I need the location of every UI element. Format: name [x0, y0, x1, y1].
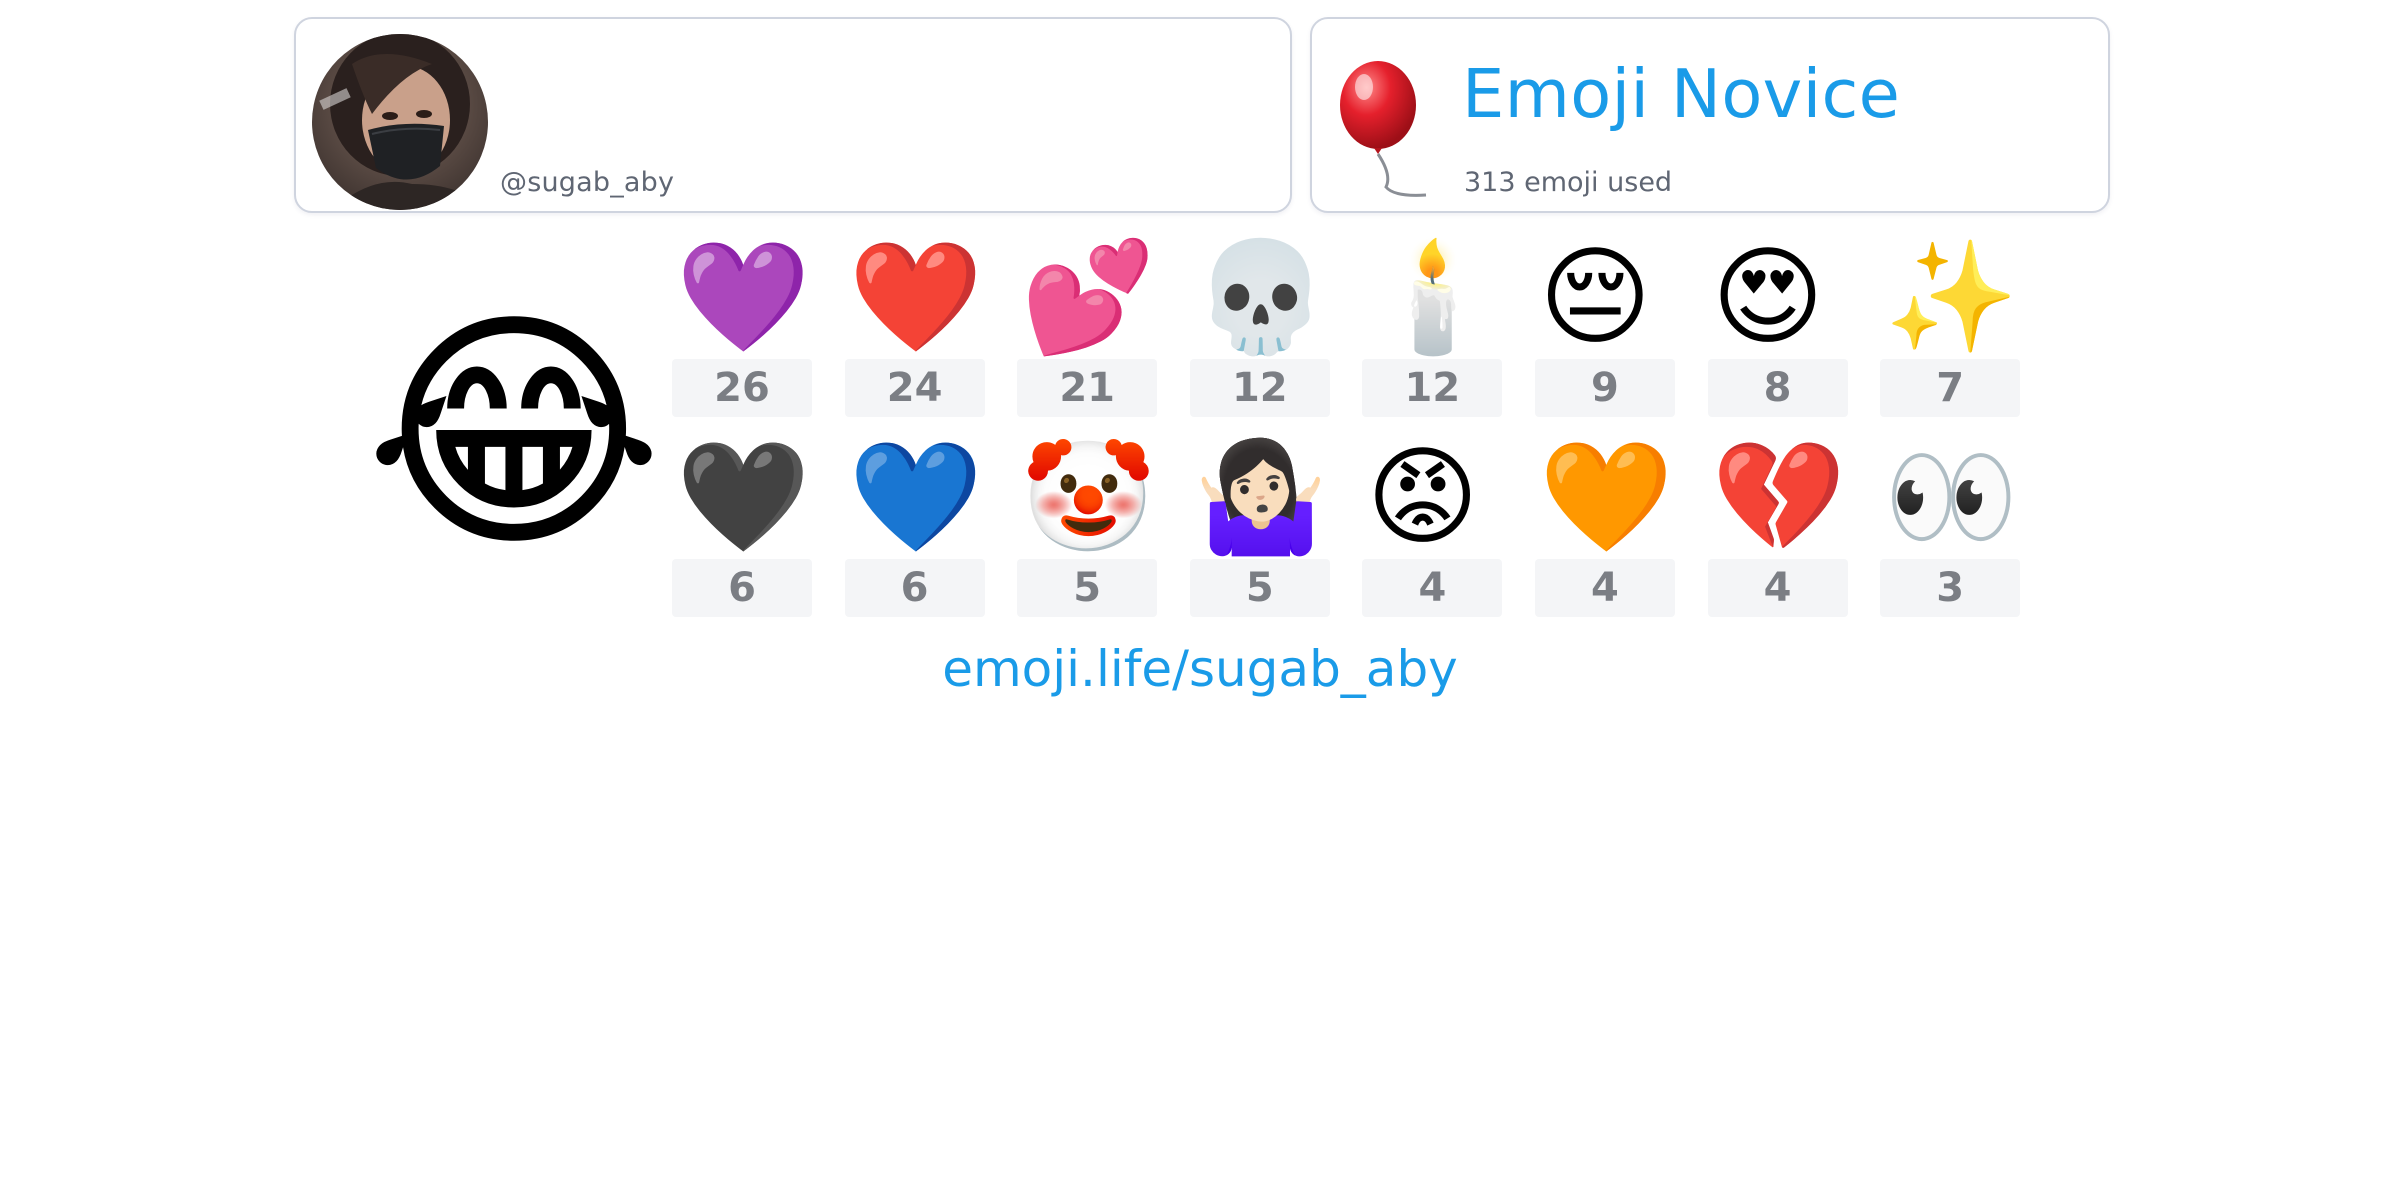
emoji-count: 4	[1534, 559, 1675, 617]
emoji-glyph: 😍	[1711, 235, 1825, 360]
rank-title: Emoji Novice	[1462, 55, 1901, 133]
profile-card: @sugab_aby	[294, 17, 1292, 213]
emoji-stat-item: 😡 4	[1362, 434, 1503, 634]
emoji-stat-item: 💔 4	[1707, 434, 1848, 634]
emoji-stat-item: ❤️ 24	[844, 234, 985, 434]
avatar[interactable]	[312, 34, 488, 210]
emoji-glyph: 😔	[1538, 235, 1652, 360]
emoji-glyph: 💕	[1021, 235, 1156, 360]
emoji-glyph: ✨	[1884, 235, 2019, 360]
emoji-grid: 💜 26 ❤️ 24 💕 21 💀 12 🕯️ 12 😔 9 😍 8 ✨ 7 🖤 6 💙 6 🤡 5 🤷🏻‍♀️ 5 😡 4 🧡 4 💔…	[672, 234, 2052, 634]
emoji-glyph: 🕯️	[1366, 235, 1501, 360]
emoji-count: 24	[844, 359, 985, 417]
emoji-used-count: 313 emoji used	[1464, 167, 1673, 198]
emoji-stat-item: 👀 3	[1880, 434, 2021, 634]
emoji-glyph: 😡	[1366, 435, 1479, 560]
emoji-glyph: 💔	[1711, 435, 1847, 560]
emoji-stat-item: ✨ 7	[1880, 234, 2021, 434]
emoji-count: 21	[1017, 359, 1158, 417]
featured-emoji: 😂	[364, 285, 664, 583]
emoji-count: 26	[672, 359, 812, 417]
emoji-glyph: 🧡	[1538, 435, 1674, 560]
emoji-stat-item: 🤷🏻‍♀️ 5	[1189, 434, 1330, 634]
emoji-stat-item: 💀 12	[1189, 234, 1330, 434]
emoji-glyph: 💜	[676, 235, 811, 360]
emoji-glyph: 💀	[1193, 235, 1329, 360]
emoji-stat-item: 😔 9	[1534, 234, 1675, 434]
emoji-count: 8	[1707, 359, 1848, 417]
emoji-glyph: 🖤	[676, 435, 811, 560]
emoji-glyph: ❤️	[848, 235, 984, 360]
rank-card: Emoji Novice 313 emoji used	[1310, 17, 2110, 213]
emoji-count: 9	[1534, 359, 1675, 417]
emoji-stat-item: 🧡 4	[1534, 434, 1675, 634]
emoji-stat-item: 💜 26	[672, 234, 812, 434]
emoji-count: 6	[844, 559, 985, 617]
emoji-count: 3	[1880, 559, 2021, 617]
emoji-glyph: 🤡	[1021, 435, 1156, 560]
emoji-count: 12	[1189, 359, 1330, 417]
emoji-stat-item: 💕 21	[1017, 234, 1158, 434]
emoji-count: 5	[1017, 559, 1158, 617]
emoji-count: 7	[1880, 359, 2021, 417]
profile-link[interactable]: emoji.life/sugab_aby	[0, 640, 2400, 698]
emoji-stats-page: @sugab_aby Emoji Novice 313 emoji used 😂…	[0, 0, 2400, 1200]
username: @sugab_aby	[500, 167, 675, 198]
emoji-count: 4	[1707, 559, 1848, 617]
emoji-stat-item: 💙 6	[844, 434, 985, 634]
emoji-stat-item: 🖤 6	[672, 434, 812, 634]
emoji-glyph: 💙	[848, 435, 984, 560]
emoji-glyph: 🤷🏻‍♀️	[1193, 435, 1329, 560]
emoji-count: 5	[1189, 559, 1330, 617]
balloon-icon	[1334, 57, 1454, 207]
emoji-glyph: 👀	[1884, 435, 2019, 560]
emoji-stat-item: 🕯️ 12	[1362, 234, 1503, 434]
emoji-count: 12	[1362, 359, 1503, 417]
emoji-stat-item: 😍 8	[1707, 234, 1848, 434]
emoji-count: 4	[1362, 559, 1503, 617]
emoji-stat-item: 🤡 5	[1017, 434, 1158, 634]
emoji-count: 6	[672, 559, 812, 617]
